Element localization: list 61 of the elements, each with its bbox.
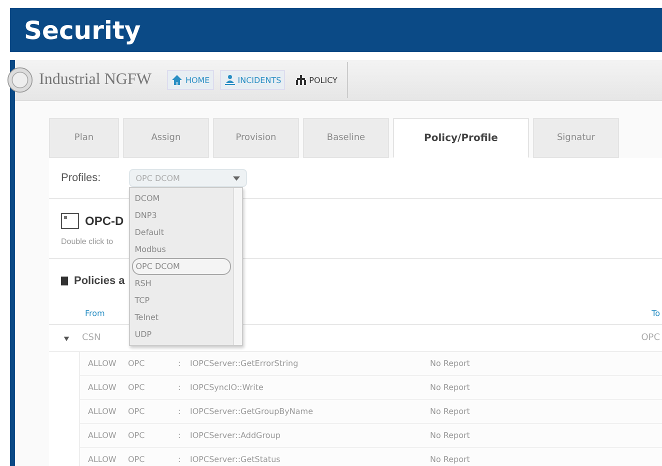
table-cell-text: OPC bbox=[128, 431, 146, 440]
profiles-label: Profiles: bbox=[61, 172, 101, 184]
table-cell-text: ALLOW bbox=[88, 431, 118, 440]
home-icon bbox=[171, 74, 184, 86]
dropdown-option[interactable]: RSH bbox=[132, 275, 231, 292]
dropdown-option[interactable]: DNP3 bbox=[132, 207, 231, 224]
tab[interactable]: Assign bbox=[123, 118, 209, 158]
dropdown-option[interactable]: DCOM bbox=[132, 190, 231, 207]
caret-icon bbox=[232, 176, 240, 180]
table-cell-text: OPC bbox=[128, 359, 146, 368]
tab[interactable]: Policy/Profile bbox=[393, 118, 529, 158]
document-icon bbox=[61, 213, 79, 229]
scrollbar[interactable] bbox=[232, 188, 242, 345]
profile-title: OPC-D bbox=[85, 214, 124, 228]
column-header[interactable]: To bbox=[652, 309, 660, 318]
app-name: Industrial NGFW bbox=[39, 71, 152, 89]
table-cell-text: : bbox=[178, 383, 182, 392]
tab[interactable]: Provision bbox=[213, 118, 299, 158]
dropdown-option[interactable]: Telnet bbox=[132, 309, 231, 326]
expand-icon[interactable] bbox=[63, 334, 70, 342]
table-cell: OPC bbox=[641, 333, 660, 343]
dropdown-option[interactable]: OPC DCOM bbox=[132, 258, 231, 275]
table-cell-text: IOPCServer::GetGroupByName bbox=[190, 407, 314, 416]
table-cell-text: : bbox=[178, 455, 182, 464]
table-cell: No Report bbox=[430, 431, 470, 440]
table-cell-text: ALLOW bbox=[88, 455, 118, 464]
table-cell: No Report bbox=[430, 383, 470, 392]
table-cell-text: : bbox=[178, 407, 182, 416]
table-cell-text: ALLOW bbox=[88, 383, 118, 392]
nav-link[interactable]: HOME bbox=[167, 70, 214, 90]
table-cell: CSN bbox=[82, 333, 101, 343]
table-cell-text: IOPCSyncIO::Write bbox=[190, 383, 264, 392]
table-cell-text: : bbox=[178, 359, 182, 368]
tab[interactable]: Baseline bbox=[303, 118, 389, 158]
table-cell-text: ALLOW bbox=[88, 359, 118, 368]
nav-link[interactable]: POLICY bbox=[291, 70, 342, 90]
profile-dropdown[interactable]: OPC DCOM bbox=[128, 169, 247, 187]
table-cell-text: : bbox=[178, 431, 182, 440]
table-cell: No Report bbox=[430, 407, 470, 416]
dropdown-option[interactable]: Modbus bbox=[132, 241, 231, 258]
column-header[interactable]: From bbox=[85, 309, 105, 318]
policies-title: Policies a bbox=[74, 275, 125, 287]
table-cell-text: ALLOW bbox=[88, 407, 118, 416]
table-cell-text: OPC bbox=[128, 455, 146, 464]
profile-hint: Double click to bbox=[61, 237, 114, 246]
dropdown-option[interactable]: UDP bbox=[132, 326, 231, 343]
table-cell-text: IOPCServer::GetErrorString bbox=[190, 359, 300, 368]
table-cell-text: IOPCServer::GetStatus bbox=[190, 455, 282, 464]
table-cell-text: OPC bbox=[128, 407, 146, 416]
tab[interactable]: Plan bbox=[49, 118, 119, 158]
table-cell-text: IOPCServer::AddGroup bbox=[190, 431, 282, 440]
people-icon bbox=[224, 74, 236, 86]
hierarchy-icon bbox=[295, 74, 308, 86]
dropdown-option[interactable]: Default bbox=[132, 224, 231, 241]
table-cell-text: OPC bbox=[128, 383, 146, 392]
table-cell: No Report bbox=[430, 359, 470, 368]
dropdown-option[interactable]: TCP bbox=[132, 292, 231, 309]
tab[interactable]: Signatur bbox=[533, 118, 619, 158]
nav-link[interactable]: INCIDENTS bbox=[220, 70, 286, 90]
banner-title: Security bbox=[24, 16, 141, 44]
table-cell: No Report bbox=[430, 455, 470, 464]
